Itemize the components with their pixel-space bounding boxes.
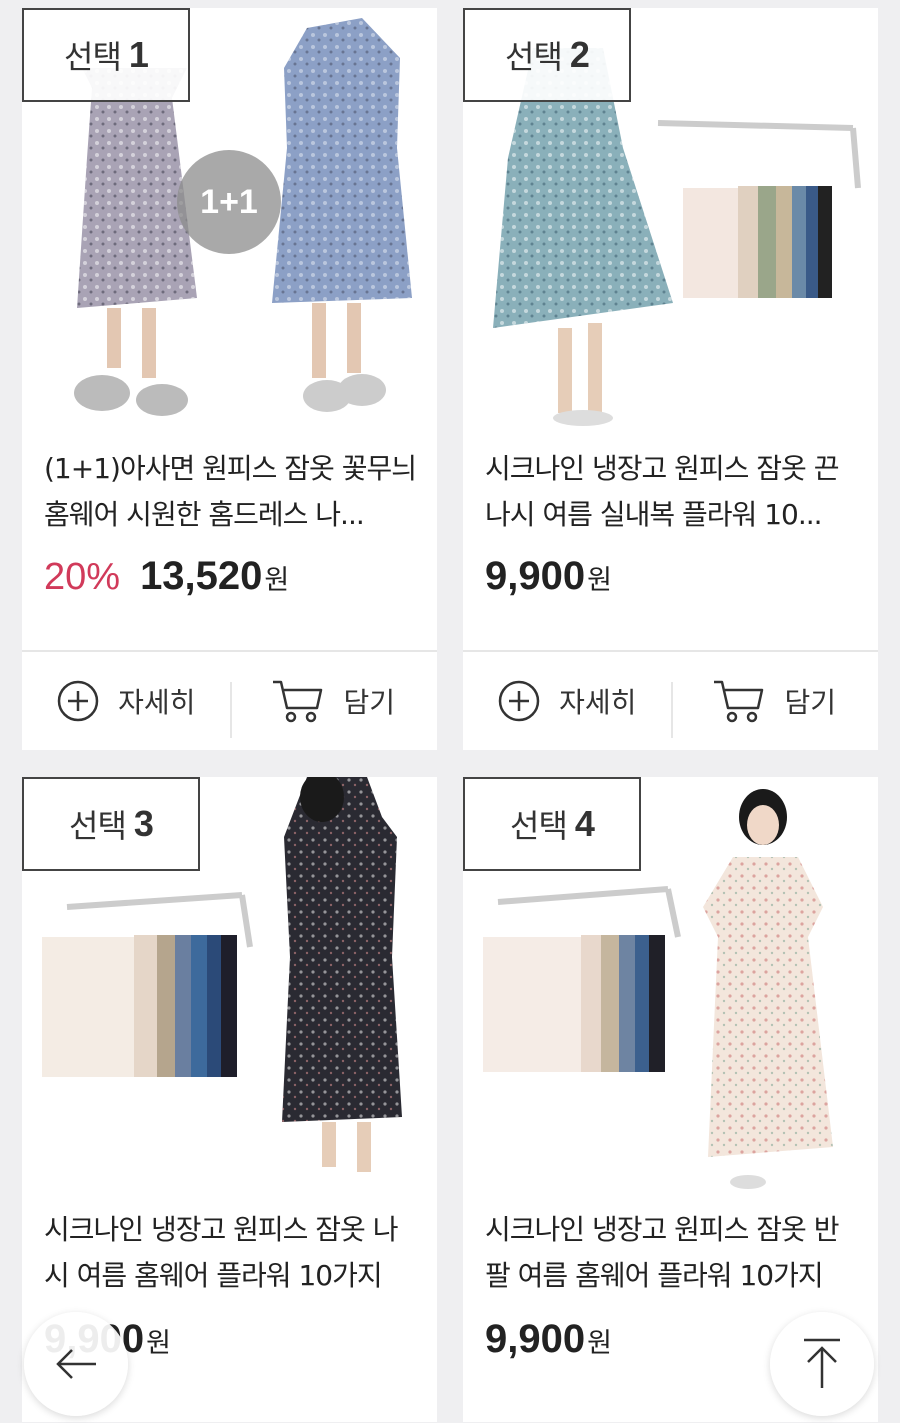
add-to-cart-button[interactable]: 담기: [230, 652, 438, 750]
detail-label: 자세히: [559, 686, 637, 719]
product-title-2[interactable]: 시크나인 냉장고 원피스 잠옷 끈나시 여름 실내복 플라워 10...: [485, 446, 860, 538]
currency-unit: 원: [587, 1328, 612, 1359]
product-title-1[interactable]: (1+1)아사면 원피스 잠옷 꽃무늬 홈웨어 시원한 홈드레스 나...: [44, 446, 419, 538]
option-label-number: 3: [133, 803, 154, 844]
option-label-number: 1: [128, 34, 149, 75]
discount-rate: 20%: [44, 556, 121, 598]
price-value: 9,900: [485, 554, 586, 598]
price-row-1: 20% 13,520 원: [44, 554, 289, 599]
detail-button[interactable]: 자세히: [22, 652, 230, 750]
price-row-2: 9,900 원: [485, 554, 612, 599]
action-separator: [671, 682, 673, 738]
detail-label: 자세히: [118, 686, 196, 719]
option-label-number: 4: [574, 803, 595, 844]
option-label-1: 선택 1: [22, 8, 190, 102]
card-actions-2: 자세히 담기: [463, 652, 878, 750]
option-label-prefix: 선택: [510, 807, 568, 845]
cart-icon: [273, 680, 323, 723]
cart-label: 담기: [784, 686, 837, 719]
currency-unit: 원: [587, 565, 612, 596]
currency-unit: 원: [264, 565, 290, 596]
option-label-prefix: 선택: [69, 807, 127, 845]
option-label-3: 선택 3: [22, 777, 200, 871]
option-label-prefix: 선택: [505, 38, 563, 76]
option-label-number: 2: [569, 34, 590, 75]
price-value: 13,520: [140, 554, 263, 598]
cart-icon: [714, 680, 764, 723]
product-title-4[interactable]: 시크나인 냉장고 원피스 잠옷 반팔 여름 홈웨어 플라워 10가지: [485, 1207, 860, 1299]
add-to-cart-button[interactable]: 담기: [671, 652, 879, 750]
arrow-left-icon: [56, 1349, 96, 1379]
currency-unit: 원: [146, 1328, 171, 1359]
option-label-prefix: 선택: [64, 38, 122, 76]
card-actions-1: 자세히 담기: [22, 652, 437, 750]
option-label-4: 선택 4: [463, 777, 641, 871]
option-label-2: 선택 2: [463, 8, 631, 102]
scroll-to-top-button[interactable]: [770, 1312, 874, 1416]
back-button[interactable]: [24, 1312, 128, 1416]
action-separator: [230, 682, 232, 738]
plus-circle-icon: [498, 680, 540, 722]
plus-circle-icon: [57, 680, 99, 722]
price-row-4: 9,900 원: [485, 1317, 612, 1362]
detail-button[interactable]: 자세히: [463, 652, 671, 750]
badge-1plus1: 1+1: [177, 150, 281, 254]
arrow-up-icon: [804, 1338, 840, 1388]
cart-label: 담기: [343, 686, 396, 719]
product-card-1[interactable]: 1+1 선택 1 (1+1)아사면 원피스 잠옷 꽃무늬 홈웨어 시원한 홈드레…: [22, 8, 437, 750]
price-value: 9,900: [485, 1317, 586, 1361]
product-title-3[interactable]: 시크나인 냉장고 원피스 잠옷 나시 여름 홈웨어 플라워 10가지: [44, 1207, 419, 1299]
product-card-2[interactable]: 선택 2 시크나인 냉장고 원피스 잠옷 끈나시 여름 실내복 플라워 10..…: [463, 8, 878, 750]
